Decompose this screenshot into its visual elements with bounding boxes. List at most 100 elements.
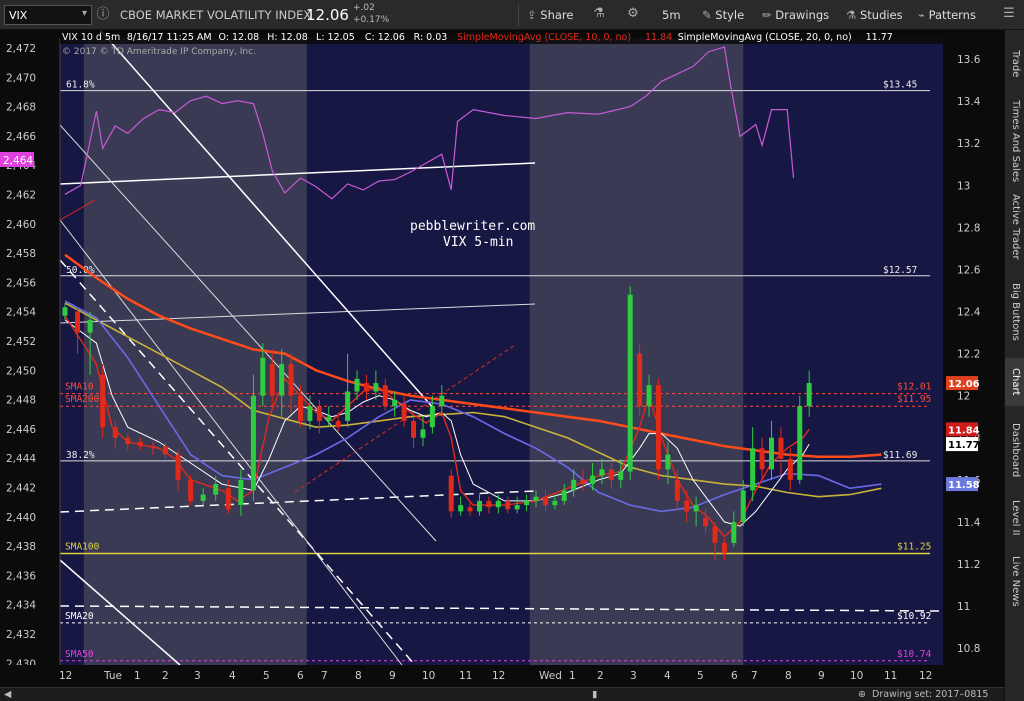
candle-body-34 xyxy=(429,406,435,428)
sma-level-value-0: $12.01 xyxy=(897,382,932,393)
candle-body-49 xyxy=(571,479,577,491)
price-badge-2: 11.77 xyxy=(948,440,980,451)
sidebar-tab-chart[interactable]: Chart xyxy=(1005,358,1024,406)
candle-body-63 xyxy=(703,517,709,527)
x-tick-19: 5 xyxy=(697,670,704,682)
candle-body-10 xyxy=(188,479,194,501)
watermark-line2: VIX 5-min xyxy=(443,235,513,250)
y-right-tick-11: 11.4 xyxy=(957,517,981,529)
candle-body-7 xyxy=(150,446,156,449)
candle-body-65 xyxy=(721,542,727,554)
chart-scrollbar[interactable]: ◀ ▮ ⊕ Drawing set: 2017–0815 xyxy=(0,687,1004,701)
y-right-tick-7: 12.2 xyxy=(957,349,980,361)
security-name: CBOE MARKET VOLATILITY INDEX xyxy=(120,8,312,22)
sidebar-tab-live-news[interactable]: Live News xyxy=(1005,548,1024,614)
candle-body-57 xyxy=(646,385,652,407)
candle-body-28 xyxy=(373,383,379,392)
candle-body-60 xyxy=(674,479,680,501)
x-tick-8: 7 xyxy=(321,670,328,682)
fib-label-2: 38.2% xyxy=(66,450,95,461)
y-left-tick-10: 2,452 xyxy=(6,336,36,348)
candle-body-48 xyxy=(561,490,567,501)
x-tick-16: 2 xyxy=(597,670,604,682)
zoom-icon[interactable]: ⊕ xyxy=(858,688,866,701)
candle-body-15 xyxy=(250,395,256,491)
symbol-input[interactable]: VIX ▾ xyxy=(4,5,92,25)
timeframe-button[interactable]: 5m xyxy=(662,5,681,25)
candle-body-43 xyxy=(514,505,520,510)
chart-toolbar: VIX ▾ ⓘ CBOE MARKET VOLATILITY INDEX 12.… xyxy=(0,0,1024,30)
candle-body-74 xyxy=(806,383,812,407)
y-left-tick-14: 2,444 xyxy=(6,453,36,465)
menu-icon[interactable]: ☰ xyxy=(1000,5,1018,23)
candle-body-11 xyxy=(200,494,206,501)
style-button[interactable]: ✎ Style xyxy=(702,5,744,25)
candle-body-47 xyxy=(552,500,558,506)
candle-body-71 xyxy=(778,437,784,459)
x-tick-14: Wed xyxy=(539,670,562,682)
chevron-down-icon[interactable]: ▾ xyxy=(82,8,87,19)
y-left-tick-2: 2,468 xyxy=(6,102,36,114)
share-button[interactable]: ⇪ Share xyxy=(527,5,573,25)
x-tick-10: 9 xyxy=(389,670,396,682)
candle-body-27 xyxy=(363,383,369,392)
x-tick-9: 8 xyxy=(355,670,362,682)
sidebar-tab-trade[interactable]: Trade xyxy=(1005,34,1024,94)
y-right-tick-6: 12.4 xyxy=(957,307,981,319)
info-icon[interactable]: ⓘ xyxy=(94,6,112,24)
header-open: O: 12.08 xyxy=(218,32,259,43)
candle-body-6 xyxy=(137,441,143,447)
x-tick-26: 12 xyxy=(919,670,932,682)
sidebar-tab-times-and-sales[interactable]: Times And Sales xyxy=(1005,100,1024,182)
sidebar-tab-dashboard[interactable]: Dashboard xyxy=(1005,412,1024,488)
symbol-value: VIX xyxy=(9,9,28,22)
scroll-left-icon[interactable]: ◀ xyxy=(4,688,11,701)
style-label: Style xyxy=(715,8,745,22)
x-tick-2: 1 xyxy=(134,670,141,682)
header-high: H: 12.08 xyxy=(267,32,308,43)
candle-body-51 xyxy=(590,475,596,485)
candle-body-18 xyxy=(279,364,285,396)
candle-body-13 xyxy=(225,488,231,510)
sma-level-label-2: SMA100 xyxy=(65,541,100,552)
x-tick-13: 12 xyxy=(492,670,505,682)
scroll-thumb-icon[interactable]: ▮ xyxy=(592,688,597,701)
candle-body-9 xyxy=(175,454,181,480)
drawings-button[interactable]: ✏ Drawings xyxy=(762,5,829,25)
candle-body-58 xyxy=(655,385,661,470)
y-right-tick-1: 13.4 xyxy=(957,96,981,108)
fib-value-1: $12.57 xyxy=(883,265,917,276)
flask-icon[interactable]: ⚗ xyxy=(590,5,608,23)
y-left-tick-0: 2,472 xyxy=(6,43,36,55)
candle-body-38 xyxy=(467,507,473,512)
price-chart[interactable]: 61.8% $13.4550.0% $12.5738.2% $11.69SMA10 $1… xyxy=(0,30,1004,687)
patterns-button[interactable]: ⌁ Patterns xyxy=(918,5,976,25)
candle-body-20 xyxy=(298,395,303,421)
x-tick-7: 6 xyxy=(297,670,304,682)
wrench-icon: ✎ xyxy=(702,8,712,22)
candle-body-25 xyxy=(345,391,351,421)
candle-body-2 xyxy=(87,319,93,333)
x-tick-22: 8 xyxy=(785,670,792,682)
sidebar-tab-active-trader[interactable]: Active Trader xyxy=(1005,188,1024,266)
left-price-badge: 2,464 xyxy=(3,155,33,167)
sidebar-tab-level-ii[interactable]: Level II xyxy=(1005,494,1024,542)
candle-body-3 xyxy=(100,374,106,428)
sidebar-tab-big-buttons[interactable]: Big Buttons xyxy=(1005,272,1024,352)
candle-body-36 xyxy=(448,475,454,512)
candle-body-8 xyxy=(162,446,168,455)
y-left-tick-18: 2,436 xyxy=(6,570,36,582)
x-tick-20: 6 xyxy=(731,670,738,682)
studies-button[interactable]: ⚗ Studies xyxy=(846,5,903,25)
candle-body-23 xyxy=(326,416,332,421)
candle-body-5 xyxy=(125,437,131,445)
patterns-label: Patterns xyxy=(928,8,976,22)
toolbar-divider xyxy=(518,4,519,26)
gear-icon[interactable]: ⚙ xyxy=(624,5,642,23)
y-left-tick-19: 2,434 xyxy=(6,600,36,612)
header-study2: SimpleMovingAvg (CLOSE, 20, 0, no) xyxy=(678,32,852,43)
y-left-tick-13: 2,446 xyxy=(6,424,36,436)
x-tick-5: 4 xyxy=(229,670,236,682)
y-left-tick-1: 2,470 xyxy=(6,72,36,84)
x-tick-0: 12 xyxy=(59,670,72,682)
